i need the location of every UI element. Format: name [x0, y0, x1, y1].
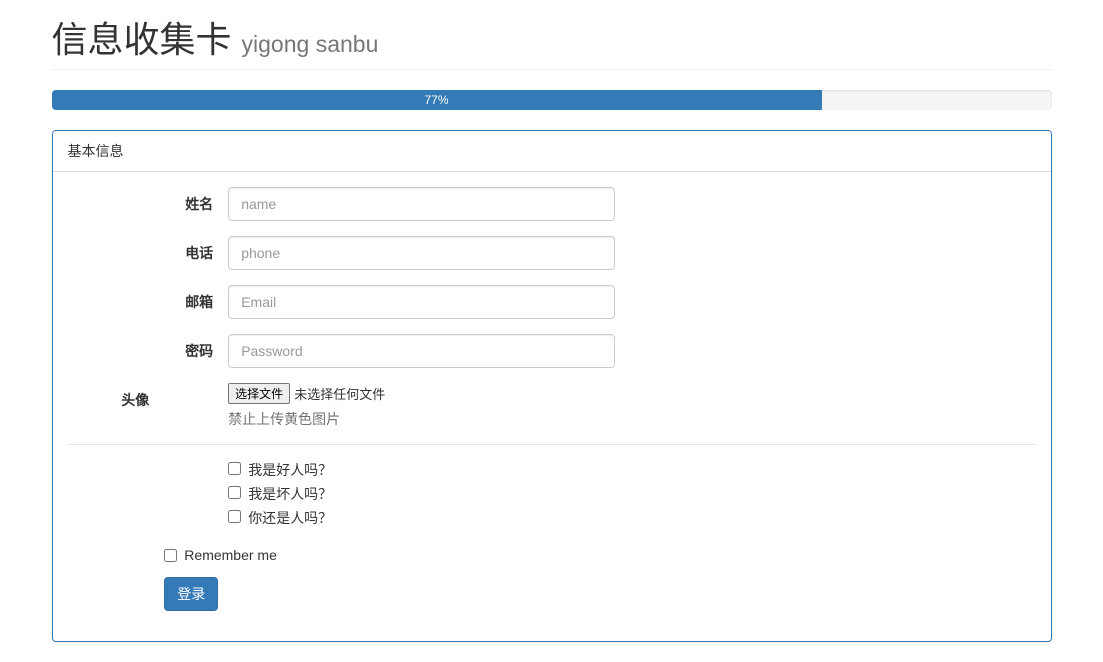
panel-heading: 基本信息	[53, 131, 1051, 172]
password-input[interactable]	[228, 334, 615, 368]
email-label: 邮箱	[68, 285, 229, 312]
checkbox-good-person-label[interactable]: 我是好人吗？	[248, 462, 332, 478]
panel-body: 姓名 电话 邮箱 密码	[53, 172, 1051, 641]
checkbox-remember-me-label[interactable]: Remember me	[184, 547, 277, 563]
name-label: 姓名	[68, 187, 229, 214]
checkbox-still-person-label[interactable]: 你还是人吗？	[248, 510, 332, 526]
progress-bar: 77%	[52, 90, 822, 110]
file-choose-button[interactable]: 选择文件	[228, 383, 290, 404]
checkbox-bad-person-label[interactable]: 我是坏人吗？	[248, 486, 332, 502]
password-label: 密码	[68, 334, 229, 361]
page-subtitle: yigong sanbu	[242, 31, 379, 57]
checkbox-bad-person[interactable]	[228, 486, 241, 499]
avatar-label: 头像	[68, 383, 165, 410]
email-input[interactable]	[228, 285, 615, 319]
checkbox-still-person[interactable]	[228, 510, 241, 523]
panel-basic-info: 基本信息 姓名 电话 邮箱 密码	[52, 130, 1052, 642]
name-input[interactable]	[228, 187, 615, 221]
checkbox-good-person[interactable]	[228, 462, 241, 475]
phone-input[interactable]	[228, 236, 615, 270]
page-title: 信息收集卡	[52, 19, 232, 60]
page-header: 信息收集卡 yigong sanbu	[52, 0, 1052, 70]
checkbox-remember-me[interactable]	[164, 549, 177, 562]
submit-button[interactable]: 登录	[164, 577, 218, 611]
phone-label: 电话	[68, 236, 229, 263]
avatar-help-text: 禁止上传黄色图片	[228, 409, 615, 429]
progress-bar-container: 77%	[52, 90, 1052, 110]
file-status-text: 未选择任何文件	[294, 384, 385, 403]
